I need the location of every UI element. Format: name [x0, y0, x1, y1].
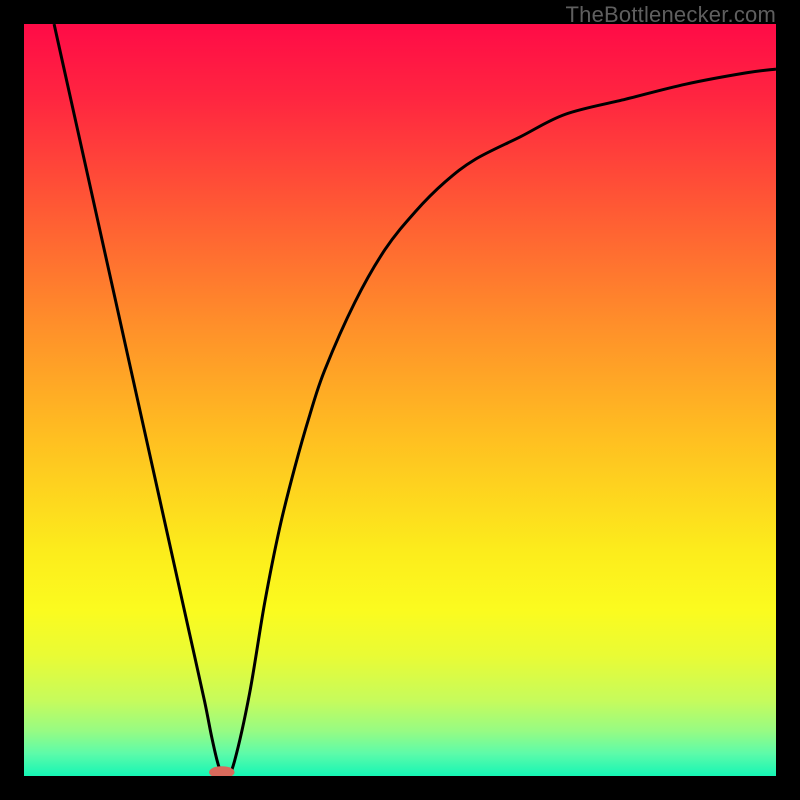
chart-frame	[24, 24, 776, 776]
bottleneck-chart	[24, 24, 776, 776]
